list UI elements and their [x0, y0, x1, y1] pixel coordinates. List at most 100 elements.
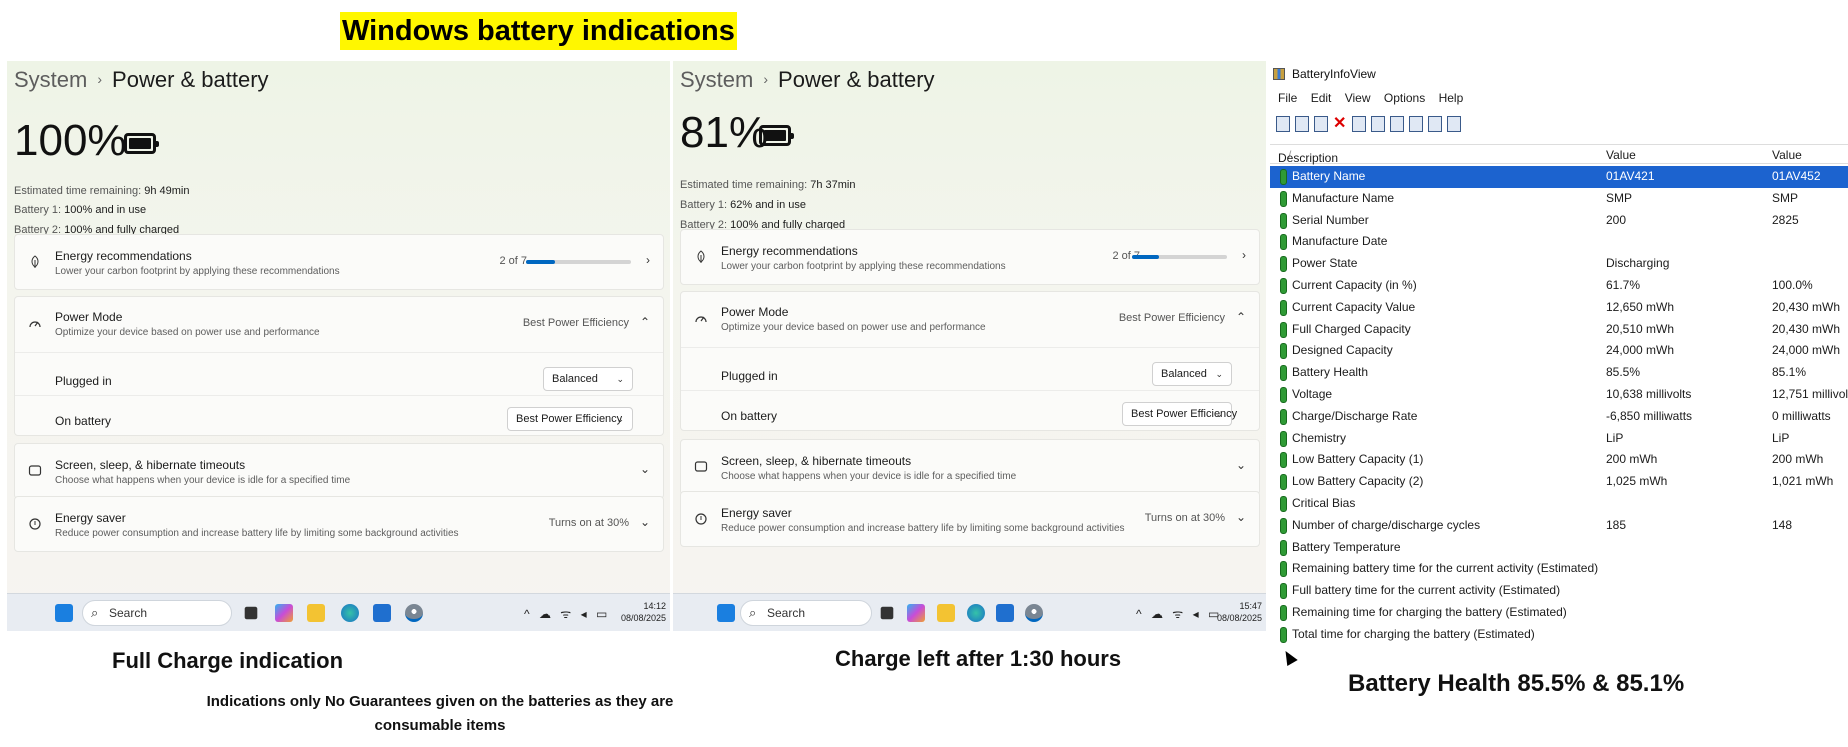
column-value-1[interactable]: Value — [1606, 148, 1636, 162]
table-row[interactable]: Manufacture Date — [1270, 231, 1848, 253]
table-row[interactable]: Battery Name 01AV421 01AV452 — [1270, 166, 1848, 188]
chevron-down-icon: ⌄ — [616, 414, 624, 424]
plugged-in-label: Plugged in — [721, 369, 778, 383]
copilot-icon[interactable] — [907, 604, 925, 622]
table-row[interactable]: Full Charged Capacity 20,510 mWh 20,430 mW… — [1270, 319, 1848, 341]
battery-row-icon — [1280, 561, 1287, 578]
taskbar-clock[interactable]: 15:47 08/08/2025 — [1217, 600, 1262, 624]
table-row[interactable]: Total time for charging the battery (Est… — [1270, 624, 1848, 646]
taskbar-clock[interactable]: 14:12 08/08/2025 — [621, 600, 666, 624]
exit-icon[interactable] — [1447, 115, 1461, 132]
settings-gear-icon[interactable] — [1025, 604, 1043, 622]
store-icon[interactable] — [996, 604, 1014, 622]
column-value-2[interactable]: Value — [1772, 148, 1802, 162]
properties-icon[interactable] — [1276, 115, 1290, 132]
row-description: Serial Number — [1292, 212, 1369, 227]
menu-view[interactable]: View — [1345, 91, 1371, 105]
screen-sleep-card[interactable]: Screen, sleep, & hibernate timeouts Choo… — [680, 439, 1260, 495]
windows-start-icon[interactable] — [717, 604, 735, 622]
chevron-up-icon[interactable]: ⌃ — [640, 315, 650, 329]
copy-all-icon[interactable] — [1390, 115, 1404, 132]
battery-row-icon — [1280, 474, 1287, 491]
power-mode-card[interactable]: Power Mode Optimize your device based on… — [680, 291, 1260, 431]
chevron-down-icon[interactable]: ⌄ — [640, 462, 650, 476]
screen-sleep-card[interactable]: Screen, sleep, & hibernate timeouts Choo… — [14, 443, 664, 499]
on-battery-dropdown[interactable]: Best Power Efficiency ⌄ — [1122, 402, 1237, 426]
table-row[interactable]: Manufacture Name SMP SMP — [1270, 188, 1848, 210]
estimated-time: Estimated time remaining: 9h 49min — [14, 185, 190, 197]
store-icon[interactable] — [373, 604, 391, 622]
table-row[interactable]: Low Battery Capacity (1) 200 mWh 200 mWh — [1270, 449, 1848, 471]
task-view-icon[interactable] — [880, 606, 894, 620]
power-mode-title: Power Mode — [55, 310, 123, 324]
table-row[interactable]: Number of charge/discharge cycles 185 148 — [1270, 515, 1848, 537]
column-description[interactable]: Description / — [1278, 148, 1338, 165]
table-row[interactable]: Current Capacity Value 12,650 mWh 20,430 m… — [1270, 297, 1848, 319]
breadcrumb-system[interactable]: System — [14, 67, 87, 92]
menu-file[interactable]: File — [1278, 91, 1297, 105]
on-battery-dropdown[interactable]: Best Power Efficiency ⌄ — [507, 407, 633, 431]
table-row[interactable]: Low Battery Capacity (2) 1,025 mWh 1,021 m… — [1270, 471, 1848, 493]
menu-options[interactable]: Options — [1384, 91, 1425, 105]
chevron-up-icon[interactable]: ⌃ — [1236, 310, 1246, 324]
options-icon[interactable] — [1409, 115, 1423, 132]
table-row[interactable]: Serial Number 200 2825 — [1270, 210, 1848, 232]
table-row[interactable]: Current Capacity (in %) 61.7% 100.0% — [1270, 275, 1848, 297]
file-explorer-icon[interactable] — [307, 604, 325, 622]
table-row[interactable]: Battery Temperature — [1270, 537, 1848, 559]
taskbar-search[interactable]: ⌕ Search — [740, 600, 872, 626]
energy-recommendations-subtitle: Lower your carbon footprint by applying … — [55, 266, 340, 277]
row-value-1: 61.7% — [1606, 278, 1641, 292]
chevron-down-icon[interactable]: ⌄ — [1236, 510, 1246, 524]
battery-icon — [759, 125, 794, 146]
system-tray-icons[interactable]: ^ ☁ ᯤ ◂ ▭ — [1136, 605, 1222, 622]
html-report-icon[interactable] — [1314, 115, 1328, 132]
table-row[interactable]: Remaining battery time for the current a… — [1270, 558, 1848, 580]
screen-sleep-icon — [28, 465, 42, 476]
energy-saver-card[interactable]: Energy saver Reduce power consumption an… — [680, 491, 1260, 547]
table-row[interactable]: Charge/Discharge Rate -6,850 milliwatts 0 … — [1270, 406, 1848, 428]
power-mode-value: Best Power Efficiency — [522, 317, 629, 329]
row-value-1: 1,025 mWh — [1606, 474, 1668, 489]
edge-browser-icon[interactable] — [341, 604, 359, 622]
energy-recommendations-card[interactable]: Energy recommendations Lower your carbon… — [14, 234, 664, 290]
menu-edit[interactable]: Edit — [1311, 91, 1332, 105]
breadcrumb-system[interactable]: System — [680, 67, 753, 92]
system-tray-icons[interactable]: ^ ☁ ᯤ ◂ ▭ — [524, 605, 610, 622]
plugged-in-dropdown[interactable]: Balanced ⌄ — [1152, 362, 1232, 386]
refresh-icon[interactable] — [1371, 115, 1385, 132]
copy-icon[interactable] — [1295, 115, 1309, 132]
table-row[interactable]: Designed Capacity 24,000 mWh 24,000 mWh — [1270, 340, 1848, 362]
energy-recommendations-progress — [1132, 255, 1227, 259]
copilot-icon[interactable] — [275, 604, 293, 622]
table-row[interactable]: Critical Bias — [1270, 493, 1848, 515]
energy-recommendations-card[interactable]: Energy recommendations Lower your carbon… — [680, 229, 1260, 285]
windows-start-icon[interactable] — [55, 604, 73, 622]
table-row[interactable]: Full battery time for the current activi… — [1270, 580, 1848, 602]
energy-saver-card[interactable]: Energy saver Reduce power consumption an… — [14, 496, 664, 552]
edge-browser-icon[interactable] — [967, 604, 985, 622]
settings-gear-icon[interactable] — [405, 604, 423, 622]
chevron-down-icon[interactable]: ⌄ — [640, 515, 650, 529]
table-row[interactable]: Voltage 10,638 millivolts 12,751 millivolt… — [1270, 384, 1848, 406]
table-row[interactable]: Remaining time for charging the battery … — [1270, 602, 1848, 624]
row-value-2: 200 mWh — [1772, 452, 1824, 467]
delete-icon[interactable]: ✕ — [1333, 115, 1347, 132]
page-heading: Windows battery indications — [340, 12, 737, 50]
chevron-down-icon[interactable]: ⌄ — [1236, 458, 1246, 472]
save-icon[interactable] — [1352, 115, 1366, 132]
about-icon[interactable] — [1428, 115, 1442, 132]
caption-battery-health: Battery Health 85.5% & 85.1% — [1348, 670, 1685, 697]
task-view-icon[interactable] — [244, 606, 258, 620]
plugged-in-dropdown[interactable]: Balanced ⌄ — [543, 367, 633, 391]
power-mode-gauge-icon — [29, 321, 41, 328]
file-explorer-icon[interactable] — [937, 604, 955, 622]
row-description: Critical Bias — [1292, 496, 1356, 510]
table-row[interactable]: Battery Health 85.5% 85.1% — [1270, 362, 1848, 384]
on-battery-label: On battery — [55, 414, 112, 428]
taskbar-search[interactable]: ⌕ Search — [82, 600, 232, 626]
table-row[interactable]: Power State Discharging — [1270, 253, 1848, 275]
table-row[interactable]: Chemistry LiP LiP — [1270, 428, 1848, 450]
menu-help[interactable]: Help — [1439, 91, 1464, 105]
power-mode-card[interactable]: Power Mode Optimize your device based on… — [14, 296, 664, 436]
